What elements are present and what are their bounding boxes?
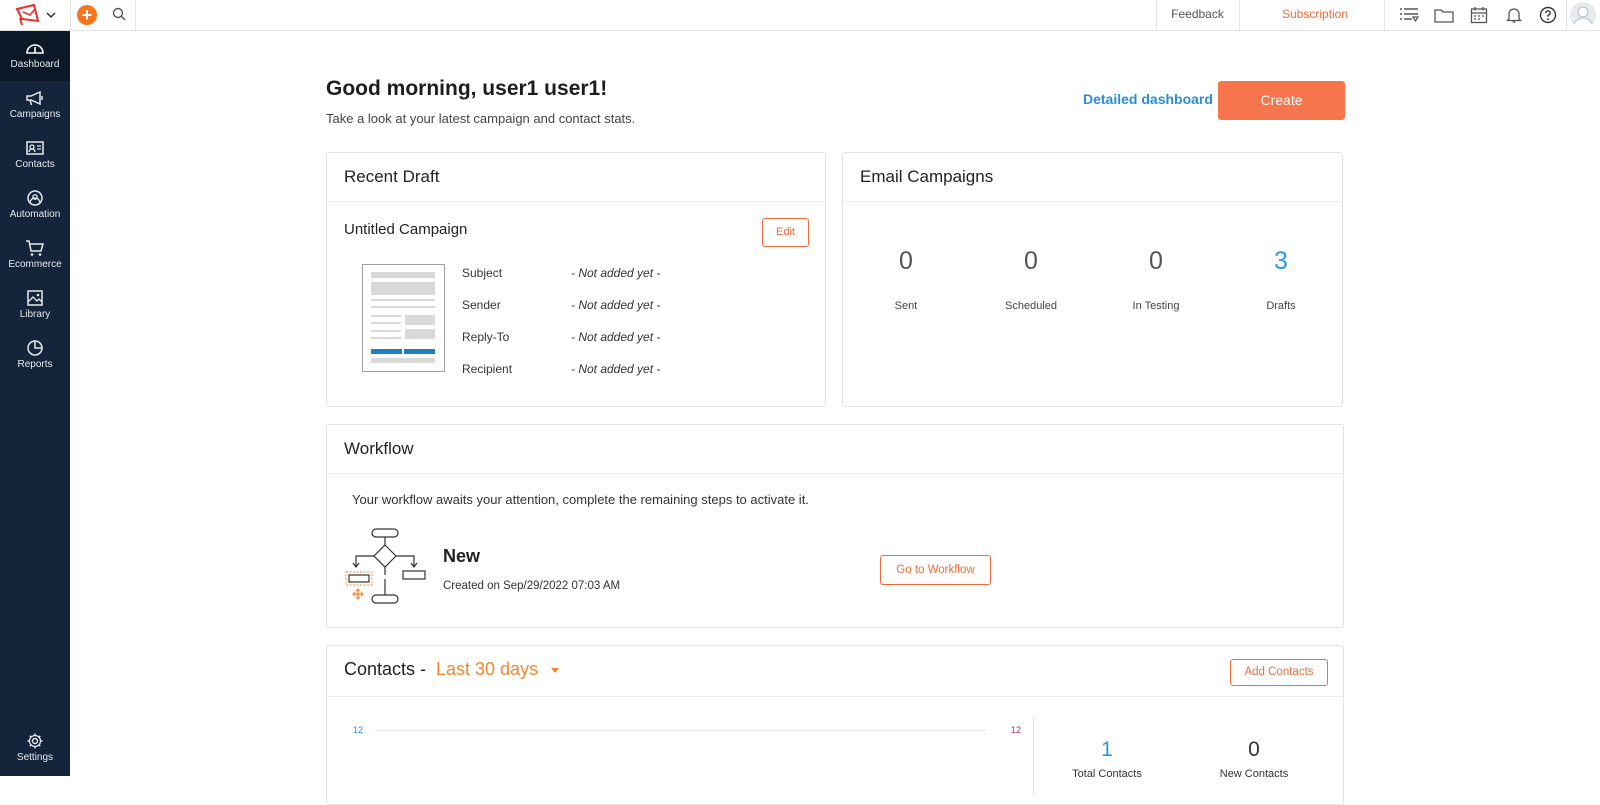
contact-card-icon <box>26 141 44 155</box>
top-bar: + Feedback Subscription <box>0 0 1600 31</box>
draft-field-value: - Not added yet - <box>571 330 661 344</box>
automation-icon <box>27 190 43 206</box>
dashboard-icon <box>26 44 44 54</box>
bell-icon[interactable] <box>1503 4 1525 26</box>
divider <box>1033 716 1034 796</box>
sidebar-item-campaigns[interactable]: Campaigns <box>0 81 70 131</box>
recent-draft-title: Recent Draft <box>327 153 825 202</box>
axis-left-tick: 12 <box>353 725 364 735</box>
subscription-link[interactable]: Subscription <box>1250 0 1380 31</box>
page-subtitle: Take a look at your latest campaign and … <box>326 111 636 126</box>
stat-value: 1 <box>1101 738 1113 761</box>
sidebar-item-reports[interactable]: Reports <box>0 331 70 381</box>
stat-label: In Testing <box>1132 300 1180 312</box>
sidebar-item-label: Library <box>19 309 51 320</box>
draft-field-value: - Not added yet - <box>571 362 661 376</box>
stat-in-testing[interactable]: 0 In Testing <box>1096 247 1216 312</box>
page-title: Good morning, user1 user1! <box>326 77 608 100</box>
go-to-workflow-button[interactable]: Go to Workflow <box>880 555 991 585</box>
sidebar-item-label: Dashboard <box>10 59 60 70</box>
draft-field-label: Reply-To <box>462 330 510 344</box>
total-contacts-stat[interactable]: 1 Total Contacts <box>1047 738 1167 780</box>
caret-down-icon <box>551 668 560 673</box>
recent-draft-card: Recent Draft Untitled Campaign Edit Subj… <box>326 152 826 407</box>
app-logo-switcher[interactable] <box>14 2 64 28</box>
draft-field-label: Sender <box>462 298 501 312</box>
stat-scheduled[interactable]: 0 Scheduled <box>971 247 1091 312</box>
draft-campaign-name[interactable]: Untitled Campaign <box>344 221 467 238</box>
search-button[interactable] <box>111 6 129 24</box>
image-icon <box>27 290 43 306</box>
user-avatar-icon <box>1572 6 1594 28</box>
contacts-card: Contacts - Last 30 days Add Contacts 12 … <box>326 645 1344 805</box>
sidebar-item-label: Settings <box>16 752 54 763</box>
stat-label: Total Contacts <box>1072 768 1142 780</box>
workflow-title: Workflow <box>327 425 1343 474</box>
draft-field-label: Recipient <box>462 362 513 376</box>
sidebar-item-label: Reports <box>17 359 53 370</box>
email-campaigns-title: Email Campaigns <box>843 153 1342 202</box>
stat-label: Drafts <box>1266 300 1296 312</box>
detailed-dashboard-link[interactable]: Detailed dashboard <box>1083 91 1213 107</box>
sidebar-item-ecommerce[interactable]: Ecommerce <box>0 231 70 281</box>
contacts-title: Contacts - <box>344 659 427 679</box>
workflow-created-date: Created on Sep/29/2022 07:03 AM <box>443 580 621 592</box>
sidebar-item-library[interactable]: Library <box>0 281 70 331</box>
stat-value: 3 <box>1274 247 1288 275</box>
stat-value: 0 <box>1024 247 1038 275</box>
create-button[interactable]: Create <box>1218 81 1345 120</box>
draft-field-value: - Not added yet - <box>571 266 661 280</box>
workflow-name[interactable]: New <box>443 546 480 567</box>
stat-value: 0 <box>899 247 913 275</box>
feedback-link[interactable]: Feedback <box>1157 0 1238 31</box>
sidebar-item-label: Ecommerce <box>8 259 62 270</box>
period-dropdown[interactable]: Last 30 days <box>436 659 561 680</box>
stat-value: 0 <box>1248 738 1260 761</box>
avatar[interactable] <box>1570 2 1596 28</box>
workflow-diagram-icon <box>345 528 426 604</box>
cart-icon <box>26 240 44 256</box>
search-icon <box>112 7 126 21</box>
workflow-message: Your workflow awaits your attention, com… <box>352 492 809 507</box>
chart-gridline <box>375 730 987 731</box>
email-template-icon <box>371 272 435 363</box>
stat-label: Scheduled <box>1005 300 1057 312</box>
list-filter-icon[interactable] <box>1398 4 1420 26</box>
chevron-down-icon <box>46 12 56 19</box>
period-selected-value: Last 30 days <box>436 659 539 679</box>
add-contacts-button[interactable]: Add Contacts <box>1230 659 1328 686</box>
help-icon[interactable] <box>1537 4 1559 26</box>
draft-field-label: Subject <box>462 266 503 280</box>
sidebar-item-label: Campaigns <box>9 109 61 120</box>
draft-preview-thumbnail[interactable] <box>362 264 445 372</box>
sidebar-item-settings[interactable]: Settings <box>0 724 70 774</box>
stat-sent[interactable]: 0 Sent <box>846 247 966 312</box>
sidebar-item-automation[interactable]: Automation <box>0 181 70 231</box>
quick-create-button[interactable]: + <box>77 5 97 25</box>
sidebar-item-contacts[interactable]: Contacts <box>0 131 70 181</box>
gear-icon <box>27 733 43 749</box>
sidebar-item-label: Contacts <box>15 159 55 170</box>
sidebar-item-label: Automation <box>9 209 61 220</box>
stat-value: 0 <box>1149 247 1163 275</box>
megaphone-icon <box>26 90 43 106</box>
workflow-card: Workflow Your workflow awaits your atten… <box>326 424 1344 628</box>
pie-chart-icon <box>27 340 43 356</box>
sidebar: Dashboard Campaigns Contacts Automation <box>0 31 70 776</box>
edit-draft-button[interactable]: Edit <box>762 218 809 247</box>
stat-drafts[interactable]: 3 Drafts <box>1221 247 1341 312</box>
new-contacts-stat[interactable]: 0 New Contacts <box>1194 738 1314 780</box>
stat-label: Sent <box>894 300 918 312</box>
axis-right-tick: 12 <box>1011 725 1022 735</box>
draft-field-value: - Not added yet - <box>571 298 661 312</box>
email-campaigns-card: Email Campaigns 0 Sent 0 Scheduled 0 In … <box>842 152 1343 407</box>
stat-label: New Contacts <box>1219 768 1289 780</box>
folder-icon[interactable] <box>1433 4 1455 26</box>
megaphone-logo-icon <box>15 3 40 26</box>
sidebar-item-dashboard[interactable]: Dashboard <box>0 31 70 81</box>
calendar-icon[interactable] <box>1468 4 1490 26</box>
